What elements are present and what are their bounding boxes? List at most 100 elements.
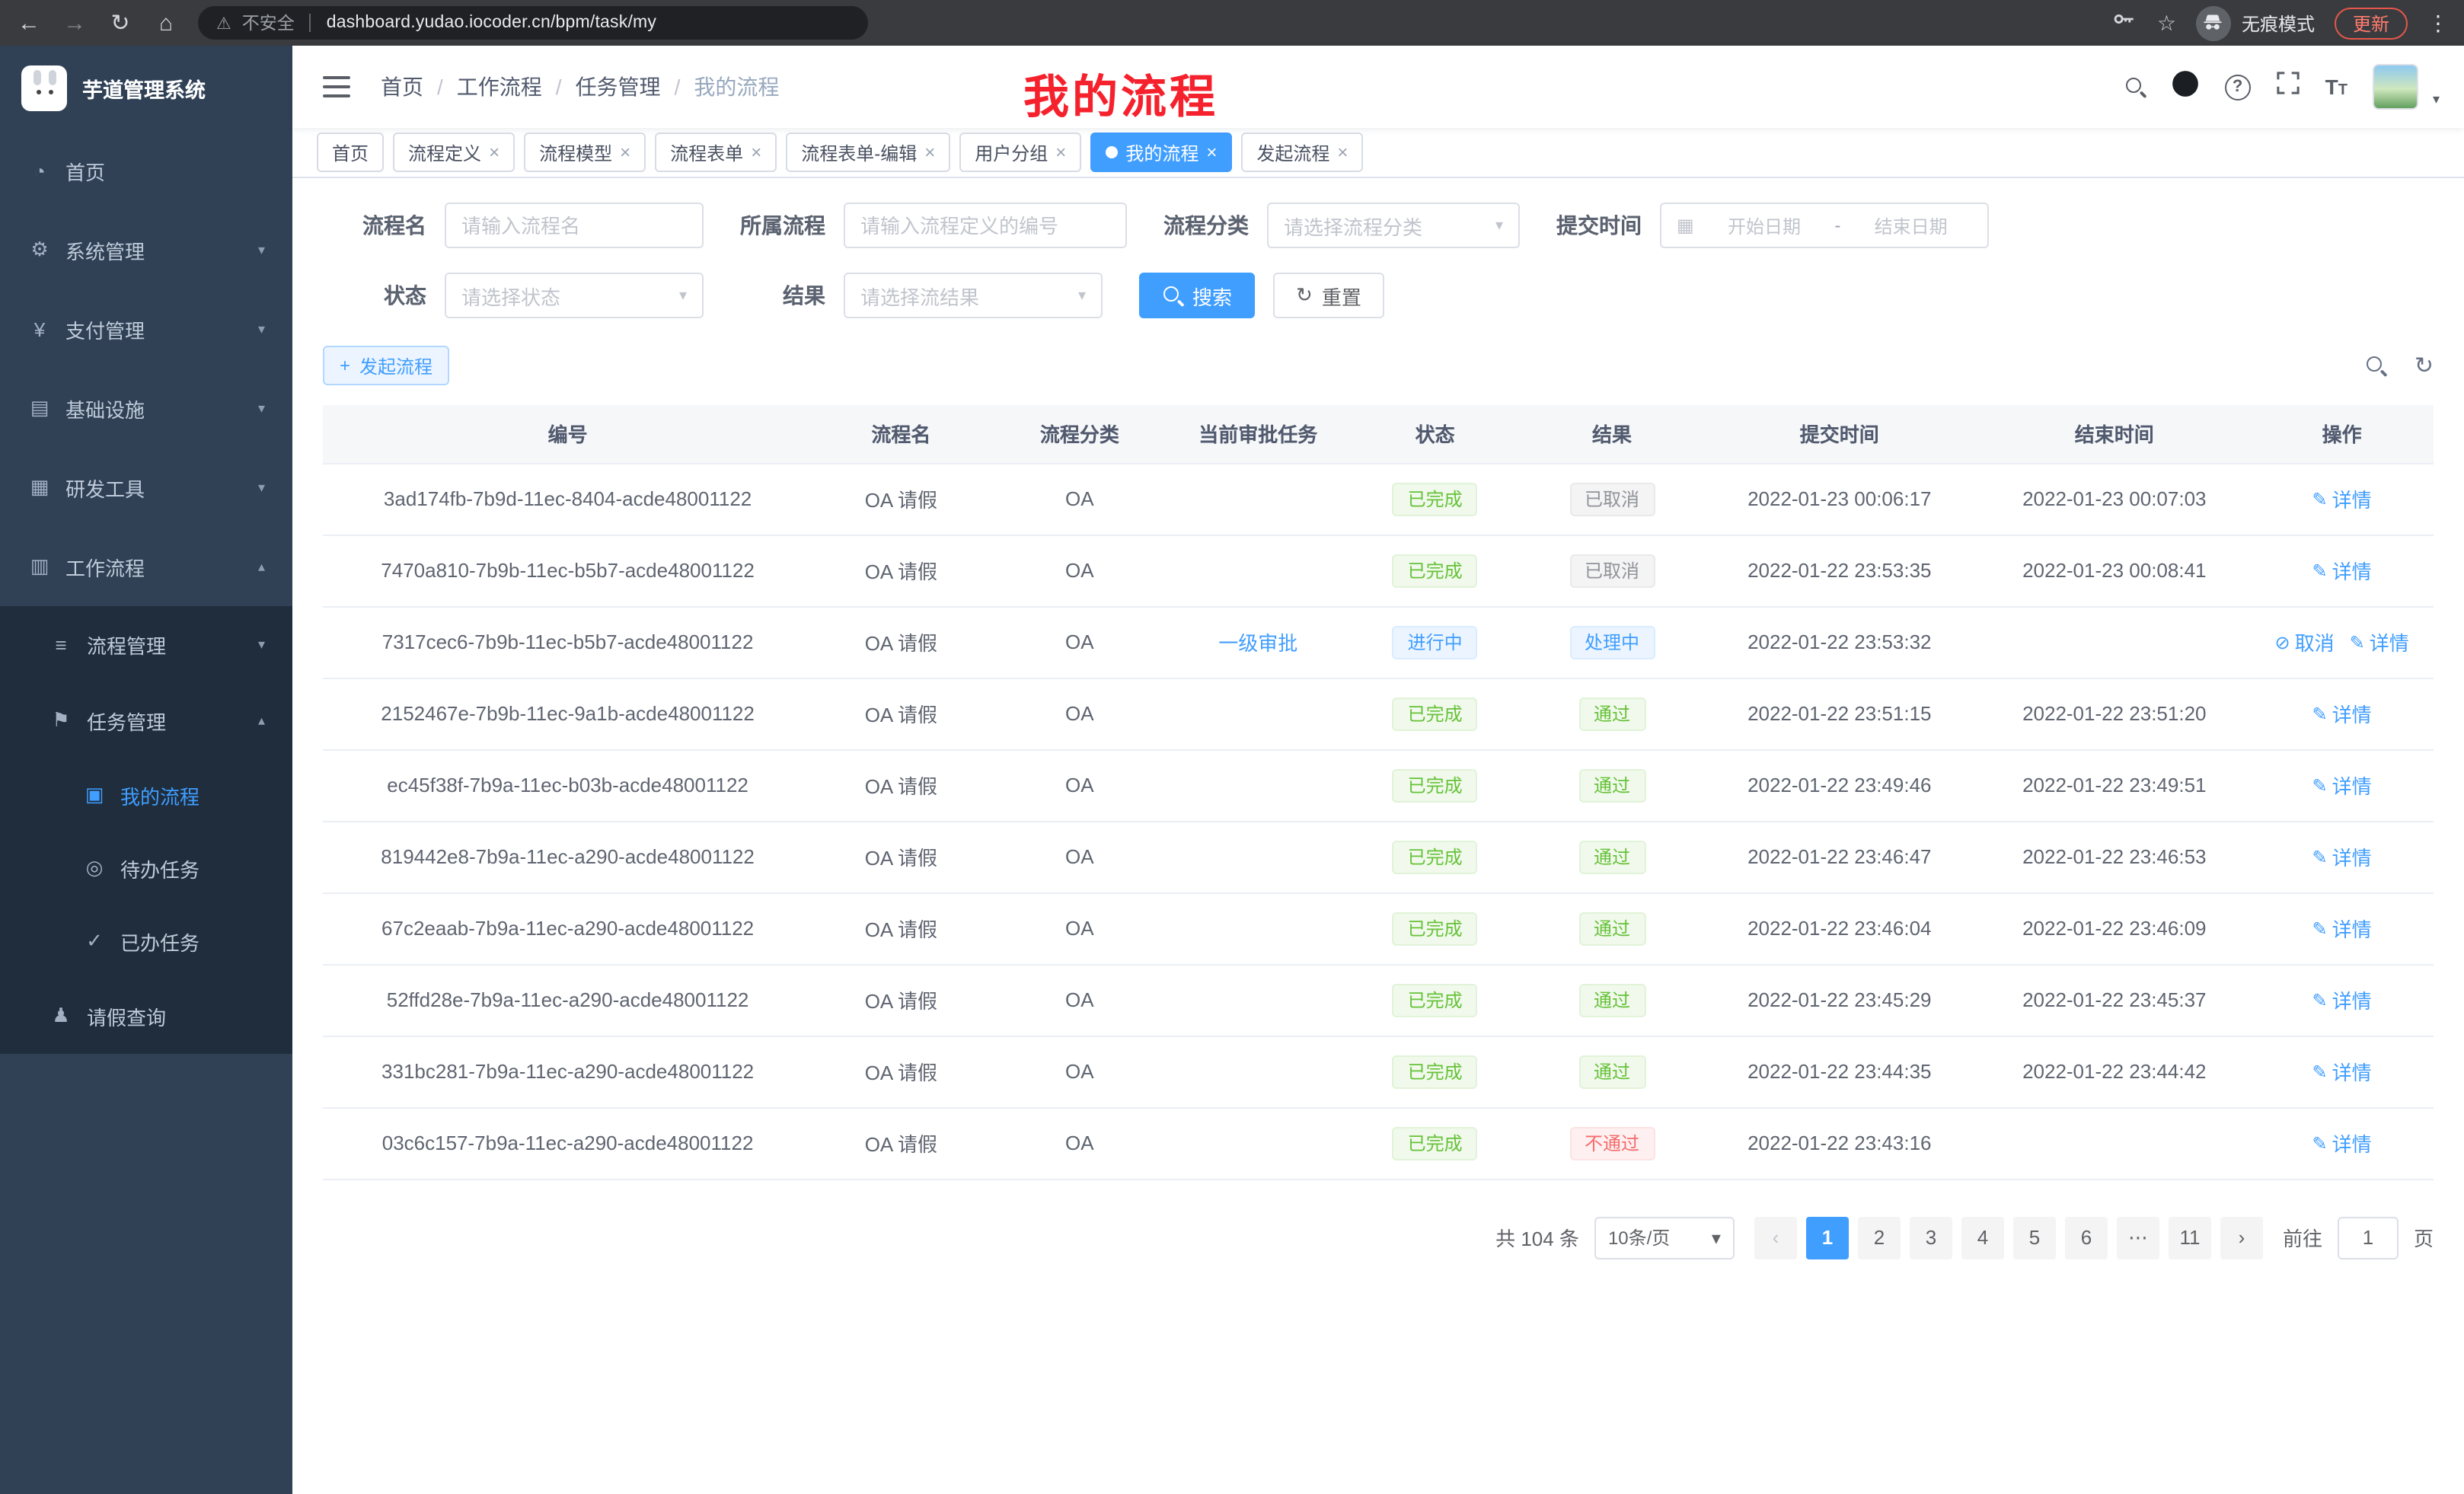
date-range-picker[interactable]: ▦ 开始日期 - 结束日期 xyxy=(1660,203,1989,248)
app-logo[interactable]: 芋道管理系统 xyxy=(0,46,292,131)
page-button[interactable]: 6 xyxy=(2065,1216,2108,1259)
cell-category: OA xyxy=(990,463,1170,535)
eye-icon: ◎ xyxy=(82,856,107,880)
prev-page-button[interactable]: ‹ xyxy=(1754,1216,1797,1259)
detail-link[interactable]: ✎详情 xyxy=(2312,484,2372,513)
sidebar-item-my-process[interactable]: ▣ 我的流程 xyxy=(0,758,292,832)
process-def-input[interactable] xyxy=(844,203,1127,248)
category-select[interactable]: 请选择流程分类 ▾ xyxy=(1267,203,1520,248)
font-size-icon[interactable]: TT xyxy=(2325,75,2348,99)
page-size-select[interactable]: 10条/页 ▾ xyxy=(1594,1216,1735,1259)
back-icon[interactable]: ← xyxy=(15,11,43,34)
tab-process-form-edit[interactable]: 流程表单-编辑× xyxy=(786,132,950,172)
tab-process-model[interactable]: 流程模型× xyxy=(524,132,646,172)
search-toggle-icon[interactable] xyxy=(2366,355,2387,376)
more-pages-button[interactable]: ⋯ xyxy=(2117,1216,2159,1259)
detail-link[interactable]: ✎详情 xyxy=(2350,627,2409,656)
refresh-list-icon[interactable]: ↻ xyxy=(2415,352,2434,379)
sidebar-item-todo-tasks[interactable]: ◎ 待办任务 xyxy=(0,832,292,905)
breadcrumb-item[interactable]: 工作流程 xyxy=(457,72,542,102)
page-button[interactable]: 11 xyxy=(2169,1216,2211,1259)
reload-icon[interactable]: ↻ xyxy=(107,11,134,34)
search-icon[interactable] xyxy=(2124,76,2146,97)
help-icon[interactable]: ? xyxy=(2225,74,2251,100)
cell-id: 03c6c157-7b9a-11ec-a290-acde48001122 xyxy=(323,1107,812,1179)
detail-link[interactable]: ✎详情 xyxy=(2312,699,2372,728)
password-key-icon[interactable] xyxy=(2111,6,2137,40)
cell-category: OA xyxy=(990,678,1170,749)
detail-link[interactable]: ✎详情 xyxy=(2312,1057,2372,1086)
sidebar-item-payment[interactable]: ¥ 支付管理 ▾ xyxy=(0,289,292,369)
collapse-menu-icon[interactable] xyxy=(323,76,350,97)
detail-link[interactable]: ✎详情 xyxy=(2312,914,2372,943)
tab-process-definition[interactable]: 流程定义× xyxy=(393,132,515,172)
page-button[interactable]: 4 xyxy=(1961,1216,2004,1259)
status-select[interactable]: 请选择状态 ▾ xyxy=(445,273,704,318)
close-icon[interactable]: × xyxy=(1206,143,1217,161)
tab-home[interactable]: 首页 xyxy=(317,132,384,172)
sidebar-item-task-mgmt[interactable]: ⚑ 任务管理 ▴ xyxy=(0,682,292,758)
detail-link[interactable]: ✎详情 xyxy=(2312,1128,2372,1157)
chevron-down-icon: ▾ xyxy=(258,400,265,417)
current-task-link[interactable]: 一级审批 xyxy=(1218,627,1297,656)
tab-start-process[interactable]: 发起流程× xyxy=(1241,132,1363,172)
detail-link[interactable]: ✎详情 xyxy=(2312,985,2372,1014)
sidebar-item-infra[interactable]: ▤ 基础设施 ▾ xyxy=(0,369,292,448)
browser-menu-icon[interactable]: ⋮ xyxy=(2427,10,2449,36)
cell-result: 通过 xyxy=(1524,749,1700,821)
address-bar[interactable]: ⚠ 不安全 dashboard.yudao.iocoder.cn/bpm/tas… xyxy=(198,6,868,40)
next-page-button[interactable]: › xyxy=(2220,1216,2263,1259)
breadcrumb-item[interactable]: 任务管理 xyxy=(576,72,661,102)
cell-current-task xyxy=(1170,964,1346,1036)
close-icon[interactable]: × xyxy=(1337,143,1348,161)
fullscreen-icon[interactable] xyxy=(2277,72,2300,102)
bookmark-star-icon[interactable]: ☆ xyxy=(2157,10,2176,36)
caret-down-icon: ▾ xyxy=(2433,91,2440,107)
update-button[interactable]: 更新 xyxy=(2335,7,2408,39)
col-name: 流程名 xyxy=(812,405,989,463)
detail-link[interactable]: ✎详情 xyxy=(2312,771,2372,800)
close-icon[interactable]: × xyxy=(620,143,630,161)
tab-my-process[interactable]: 我的流程× xyxy=(1090,132,1232,172)
cell-result: 通过 xyxy=(1524,678,1700,749)
cell-id: 7317cec6-7b9b-11ec-b5b7-acde48001122 xyxy=(323,606,812,678)
breadcrumb-item[interactable]: 首页 xyxy=(381,72,423,102)
page-button[interactable]: 1 xyxy=(1806,1216,1849,1259)
page-button[interactable]: 3 xyxy=(1910,1216,1952,1259)
result-badge: 通过 xyxy=(1578,697,1645,730)
goto-page-input[interactable] xyxy=(2338,1216,2399,1259)
forward-icon[interactable]: → xyxy=(61,11,88,34)
page-button[interactable]: 2 xyxy=(1858,1216,1901,1259)
detail-link[interactable]: ✎详情 xyxy=(2312,842,2372,871)
home-icon[interactable]: ⌂ xyxy=(152,11,180,34)
sidebar-item-workflow[interactable]: ▥ 工作流程 ▴ xyxy=(0,527,292,606)
reset-button[interactable]: ↻ 重置 xyxy=(1273,273,1384,318)
detail-link[interactable]: ✎详情 xyxy=(2312,556,2372,585)
sidebar-item-done-tasks[interactable]: ✓ 已办任务 xyxy=(0,905,292,978)
sidebar-item-leave-query[interactable]: ♟ 请假查询 xyxy=(0,978,292,1054)
sidebar-item-system[interactable]: ⚙ 系统管理 ▾ xyxy=(0,210,292,289)
close-icon[interactable]: × xyxy=(1055,143,1066,161)
security-label[interactable]: 不安全 xyxy=(242,11,295,35)
tab-user-group[interactable]: 用户分组× xyxy=(959,132,1081,172)
result-select[interactable]: 请选择流结果 ▾ xyxy=(844,273,1103,318)
start-process-button[interactable]: + 发起流程 xyxy=(323,346,449,385)
cell-result: 通过 xyxy=(1524,964,1700,1036)
cancel-link[interactable]: ⊘取消 xyxy=(2274,627,2334,656)
check-icon: ✓ xyxy=(82,929,107,953)
close-icon[interactable]: × xyxy=(751,143,761,161)
search-button[interactable]: 搜索 xyxy=(1139,273,1255,318)
page-button[interactable]: 5 xyxy=(2013,1216,2056,1259)
sidebar-item-home[interactable]: ◔ 首页 xyxy=(0,131,292,210)
tab-process-form[interactable]: 流程表单× xyxy=(655,132,777,172)
close-icon[interactable]: × xyxy=(924,143,935,161)
avatar[interactable] xyxy=(2373,64,2419,110)
active-dot xyxy=(1106,146,1118,158)
page-content: 流程名 所属流程 流程分类 请选择流程分类 ▾ xyxy=(292,178,2464,1494)
github-icon[interactable] xyxy=(2172,69,2199,104)
cell-id: 819442e8-7b9a-11ec-a290-acde48001122 xyxy=(323,821,812,892)
sidebar-item-process-mgmt[interactable]: ≡ 流程管理 ▾ xyxy=(0,606,292,682)
process-name-input[interactable] xyxy=(445,203,704,248)
sidebar-item-devtools[interactable]: ▦ 研发工具 ▾ xyxy=(0,448,292,527)
close-icon[interactable]: × xyxy=(489,143,500,161)
